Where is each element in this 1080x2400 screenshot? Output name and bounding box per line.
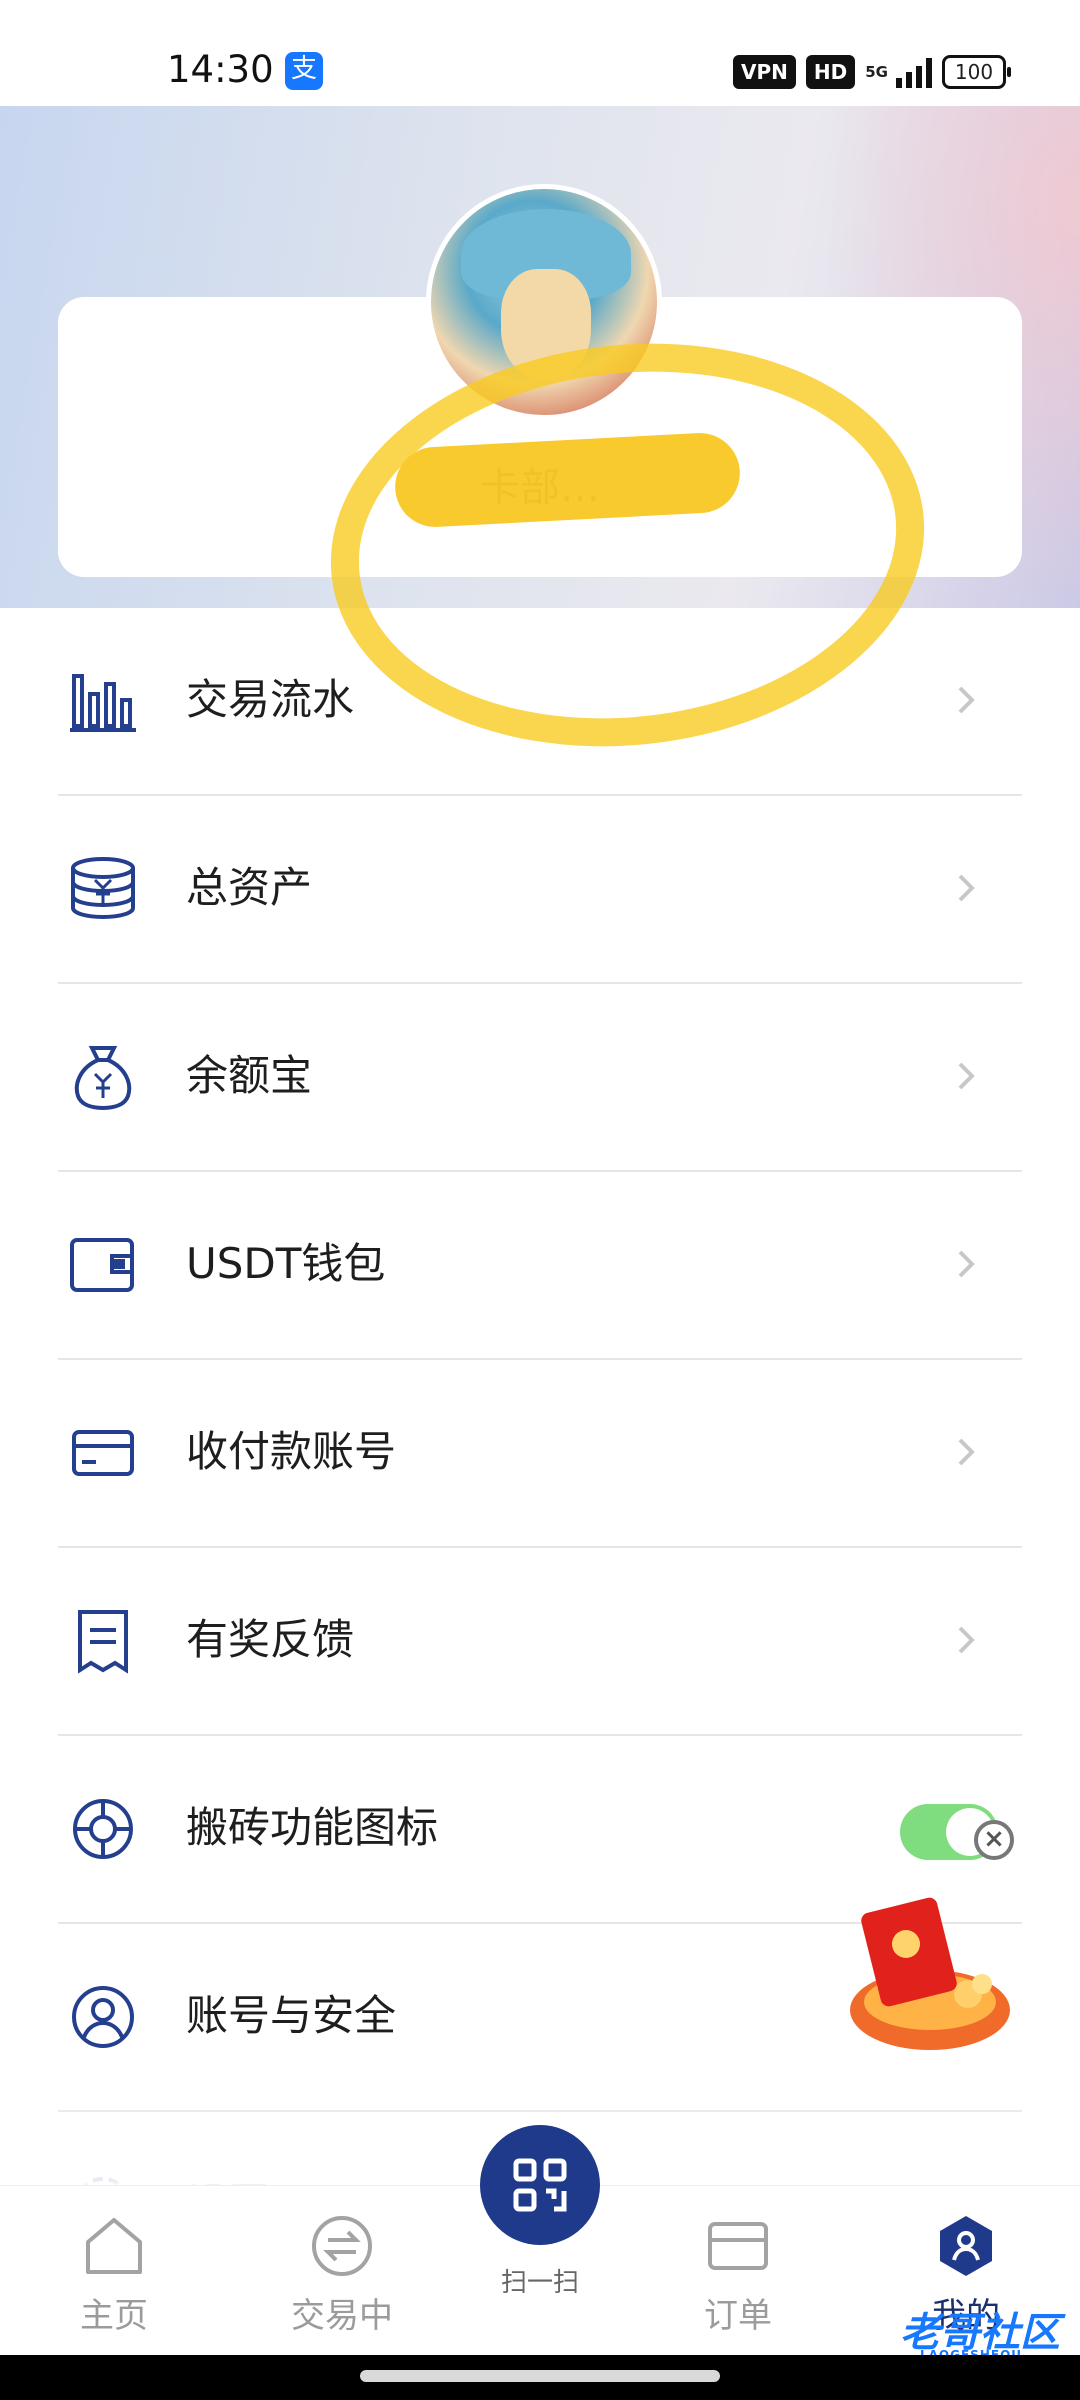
exchange-icon [312, 2216, 372, 2276]
chevron-right-icon [958, 1438, 975, 1466]
menu-item-feedback[interactable]: 有奖反馈 [58, 1548, 1022, 1736]
menu-item-label: 搬砖功能图标 [186, 1803, 439, 1852]
home-indicator[interactable] [360, 2370, 720, 2382]
tab-label: 主页 [80, 2296, 148, 2336]
clock: 14:30 [167, 48, 274, 91]
tab-label: 订单 [704, 2296, 772, 2336]
scan-button[interactable] [480, 2125, 600, 2245]
scan-label: 扫一扫 [500, 2268, 579, 2298]
menu-item-yuebao[interactable]: 余额宝 [58, 984, 1022, 1172]
tab-home[interactable]: 主页 [34, 2214, 194, 2337]
red-packet-float-button[interactable] [840, 1890, 1012, 2060]
chevron-right-icon [958, 1250, 975, 1278]
menu-item-transaction-history[interactable]: 交易流水 [58, 608, 1022, 796]
card-icon [708, 2222, 768, 2270]
tab-trading[interactable]: 交易中 [262, 2214, 422, 2337]
hd-badge: HD [805, 55, 856, 89]
battery-icon: 100 [942, 55, 1011, 89]
chevron-right-icon [958, 686, 975, 714]
home-icon [86, 2218, 142, 2274]
tab-label: 交易中 [291, 2296, 393, 2336]
menu-item-label: 有奖反馈 [186, 1615, 355, 1664]
chevron-right-icon [958, 1062, 975, 1090]
menu-item-label: 余额宝 [186, 1051, 313, 1100]
chevron-right-icon [958, 1626, 975, 1654]
menu-item-label: 账号与安全 [186, 1991, 397, 2040]
tab-orders[interactable]: 订单 [658, 2214, 818, 2337]
money-bag-icon [74, 1046, 132, 1111]
coin-stack-icon [71, 857, 135, 920]
receipt-icon [78, 1610, 128, 1674]
menu-item-usdt-wallet[interactable]: USDT钱包 [58, 1172, 1022, 1360]
vpn-badge: VPN [733, 55, 796, 89]
status-indicators: VPN HD 5G 100 [733, 52, 1011, 92]
menu-item-total-assets[interactable]: 总资产 [58, 796, 1022, 984]
menu-item-label: 总资产 [186, 863, 313, 912]
wallet-icon [70, 1238, 134, 1292]
card-icon [72, 1430, 134, 1476]
menu-item-label: USDT钱包 [186, 1239, 386, 1288]
lifebuoy-icon [73, 1799, 133, 1859]
user-shield-icon [72, 1986, 134, 2048]
chevron-right-icon [958, 874, 975, 902]
status-bar: 14:30 支 VPN HD 5G 100 [0, 0, 1080, 106]
signal-icon [896, 56, 932, 88]
alipay-notification-icon: 支 [285, 52, 323, 90]
menu-item-label: 交易流水 [186, 675, 355, 724]
menu-item-payment-accounts[interactable]: 收付款账号 [58, 1360, 1022, 1548]
qr-code-icon [513, 2158, 567, 2212]
profile-hexagon-icon [940, 2216, 992, 2276]
bar-chart-icon [70, 674, 136, 732]
menu-item-label: 收付款账号 [186, 1427, 397, 1476]
close-icon[interactable]: × [974, 1820, 1014, 1860]
network-type: 5G [865, 63, 888, 81]
